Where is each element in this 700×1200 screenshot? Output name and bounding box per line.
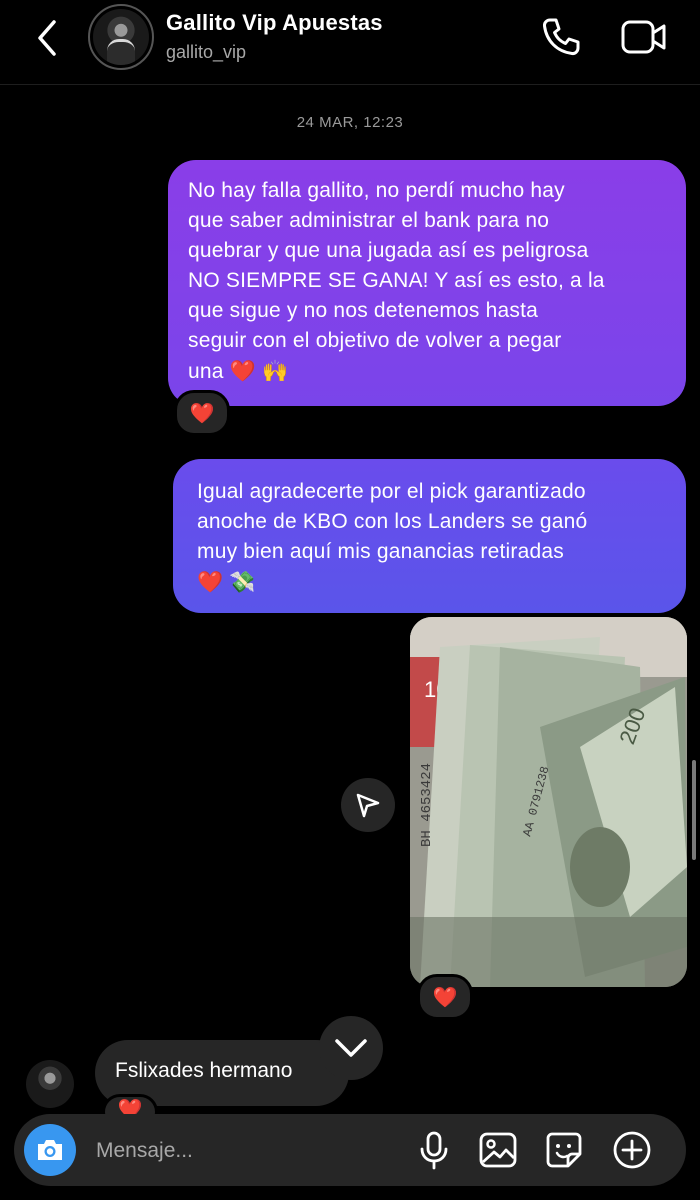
banknotes-photo: 10 200 BH 4653424 AA 0791238	[410, 617, 687, 987]
chevron-down-icon	[335, 1039, 367, 1057]
share-button[interactable]	[341, 778, 395, 832]
message-text: Igual agradecerte por el pick garantizad…	[197, 480, 588, 563]
profile-avatar[interactable]	[88, 4, 154, 70]
send-icon	[356, 793, 380, 818]
photo-message[interactable]: 10 200 BH 4653424 AA 0791238	[410, 617, 687, 987]
message-text: Fslixades hermano	[115, 1059, 293, 1082]
chat-title[interactable]: Gallito Vip Apuestas	[166, 10, 383, 36]
gallery-button[interactable]	[478, 1130, 518, 1170]
back-button[interactable]	[30, 18, 66, 58]
microphone-icon	[420, 1131, 448, 1170]
chevron-left-icon	[38, 20, 56, 56]
outgoing-message[interactable]: No hay falla gallito, no perdí mucho hay…	[168, 160, 686, 406]
svg-text:BH 4653424: BH 4653424	[419, 763, 435, 847]
video-camera-icon	[621, 20, 666, 54]
microphone-button[interactable]	[414, 1130, 454, 1170]
message-text: No hay falla gallito, no perdí mucho hay…	[188, 179, 605, 383]
chat-screen: Gallito Vip Apuestas gallito_vip 24 MAR,…	[0, 0, 700, 1200]
message-input[interactable]	[94, 1134, 398, 1168]
raised-hands-emoji: 🙌	[262, 359, 289, 383]
image-icon	[479, 1132, 517, 1168]
more-button[interactable]	[612, 1130, 652, 1170]
message-composer	[14, 1114, 686, 1186]
photo-reaction[interactable]: ❤️	[417, 974, 473, 1020]
phone-icon	[542, 18, 580, 56]
message-timestamp: 24 MAR, 12:23	[296, 114, 404, 131]
call-button[interactable]	[540, 16, 582, 58]
scrollbar[interactable]	[692, 760, 696, 860]
plus-circle-icon	[613, 1131, 651, 1169]
camera-icon	[38, 1140, 62, 1160]
scroll-to-bottom-button[interactable]	[319, 1016, 383, 1080]
chat-header: Gallito Vip Apuestas gallito_vip	[0, 0, 700, 85]
sticker-button[interactable]	[544, 1130, 584, 1170]
camera-button[interactable]	[24, 1124, 76, 1176]
sender-avatar[interactable]	[26, 1060, 74, 1108]
money-emoji: 💸	[229, 570, 256, 594]
heart-emoji: ❤️	[197, 570, 224, 594]
heart-emoji: ❤️	[229, 359, 257, 383]
outgoing-message[interactable]: Igual agradecerte por el pick garantizad…	[173, 459, 686, 613]
sticker-icon	[546, 1132, 582, 1168]
chat-username[interactable]: gallito_vip	[166, 42, 246, 63]
video-call-button[interactable]	[620, 16, 668, 58]
avatar-image	[93, 9, 149, 65]
message-reaction[interactable]: ❤️	[174, 390, 230, 436]
